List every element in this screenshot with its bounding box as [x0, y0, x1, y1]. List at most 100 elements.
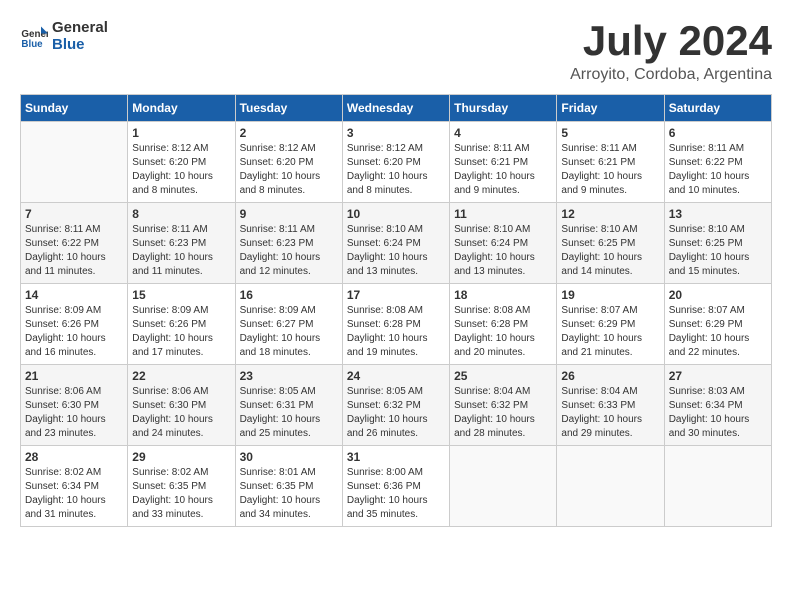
- day-cell: 24 Sunrise: 8:05 AM Sunset: 6:32 PM Dayli…: [342, 365, 449, 446]
- day-cell: [21, 122, 128, 203]
- day-cell: 25Sunrise: 8:04 AM Sunset: 6:32 PM Dayli…: [450, 365, 557, 446]
- week-row-4: 21 Sunrise: 8:06 AM Sunset: 6:30 PM Dayli…: [21, 365, 772, 446]
- day-cell: 16 Sunrise: 8:09 AM Sunset: 6:27 PM Dayli…: [235, 284, 342, 365]
- day-number: 4: [454, 126, 552, 140]
- header-wednesday: Wednesday: [342, 95, 449, 122]
- day-number: 19: [561, 288, 659, 302]
- day-cell: 2 Sunrise: 8:12 AM Sunset: 6:20 PM Daylig…: [235, 122, 342, 203]
- day-info: Sunrise: 8:08 AM Sunset: 6:28 PM Dayligh…: [347, 304, 445, 360]
- month-year-title: July 2024: [570, 20, 772, 62]
- day-info: Sunrise: 8:04 AM Sunset: 6:32 PM Dayligh…: [454, 385, 552, 441]
- day-info: Sunrise: 8:02 AM Sunset: 6:34 PM Dayligh…: [25, 466, 123, 522]
- day-cell: 8Sunrise: 8:11 AM Sunset: 6:23 PM Daylig…: [128, 203, 235, 284]
- day-info: Sunrise: 8:09 AM Sunset: 6:26 PM Dayligh…: [132, 304, 230, 360]
- day-info: Sunrise: 8:12 AM Sunset: 6:20 PM Dayligh…: [240, 142, 338, 198]
- day-number: 10: [347, 207, 445, 221]
- day-info: Sunrise: 8:11 AM Sunset: 6:23 PM Dayligh…: [240, 223, 338, 279]
- day-info: Sunrise: 8:11 AM Sunset: 6:23 PM Dayligh…: [132, 223, 230, 279]
- day-cell: 23 Sunrise: 8:05 AM Sunset: 6:31 PM Dayli…: [235, 365, 342, 446]
- day-number: 12: [561, 207, 659, 221]
- day-number: 16: [240, 288, 338, 302]
- day-cell: 4 Sunrise: 8:11 AM Sunset: 6:21 PM Daylig…: [450, 122, 557, 203]
- day-number: 17: [347, 288, 445, 302]
- day-info: Sunrise: 8:12 AM Sunset: 6:20 PM Dayligh…: [347, 142, 445, 198]
- day-cell: 12Sunrise: 8:10 AM Sunset: 6:25 PM Dayli…: [557, 203, 664, 284]
- calendar-header-row: SundayMondayTuesdayWednesdayThursdayFrid…: [21, 95, 772, 122]
- day-cell: 7 Sunrise: 8:11 AM Sunset: 6:22 PM Daylig…: [21, 203, 128, 284]
- day-number: 13: [669, 207, 767, 221]
- day-number: 7: [25, 207, 123, 221]
- day-info: Sunrise: 8:10 AM Sunset: 6:24 PM Dayligh…: [454, 223, 552, 279]
- day-info: Sunrise: 8:09 AM Sunset: 6:26 PM Dayligh…: [25, 304, 123, 360]
- day-number: 21: [25, 369, 123, 383]
- day-cell: [664, 446, 771, 527]
- day-number: 9: [240, 207, 338, 221]
- header-sunday: Sunday: [21, 95, 128, 122]
- day-number: 3: [347, 126, 445, 140]
- day-cell: 19 Sunrise: 8:07 AM Sunset: 6:29 PM Dayli…: [557, 284, 664, 365]
- day-cell: 6 Sunrise: 8:11 AM Sunset: 6:22 PM Daylig…: [664, 122, 771, 203]
- day-cell: 26Sunrise: 8:04 AM Sunset: 6:33 PM Dayli…: [557, 365, 664, 446]
- day-cell: 10 Sunrise: 8:10 AM Sunset: 6:24 PM Dayli…: [342, 203, 449, 284]
- day-number: 22: [132, 369, 230, 383]
- day-info: Sunrise: 8:05 AM Sunset: 6:31 PM Dayligh…: [240, 385, 338, 441]
- day-info: Sunrise: 8:11 AM Sunset: 6:22 PM Dayligh…: [669, 142, 767, 198]
- day-info: Sunrise: 8:11 AM Sunset: 6:21 PM Dayligh…: [561, 142, 659, 198]
- day-info: Sunrise: 8:11 AM Sunset: 6:21 PM Dayligh…: [454, 142, 552, 198]
- calendar-table: SundayMondayTuesdayWednesdayThursdayFrid…: [20, 94, 772, 527]
- day-number: 2: [240, 126, 338, 140]
- logo-icon: General Blue: [20, 23, 48, 51]
- day-info: Sunrise: 8:03 AM Sunset: 6:34 PM Dayligh…: [669, 385, 767, 441]
- day-cell: [450, 446, 557, 527]
- day-info: Sunrise: 8:10 AM Sunset: 6:25 PM Dayligh…: [669, 223, 767, 279]
- header-monday: Monday: [128, 95, 235, 122]
- day-info: Sunrise: 8:07 AM Sunset: 6:29 PM Dayligh…: [561, 304, 659, 360]
- day-cell: 18Sunrise: 8:08 AM Sunset: 6:28 PM Dayli…: [450, 284, 557, 365]
- header-saturday: Saturday: [664, 95, 771, 122]
- day-cell: 31Sunrise: 8:00 AM Sunset: 6:36 PM Dayli…: [342, 446, 449, 527]
- week-row-5: 28 Sunrise: 8:02 AM Sunset: 6:34 PM Dayli…: [21, 446, 772, 527]
- day-cell: 22Sunrise: 8:06 AM Sunset: 6:30 PM Dayli…: [128, 365, 235, 446]
- week-row-2: 7 Sunrise: 8:11 AM Sunset: 6:22 PM Daylig…: [21, 203, 772, 284]
- day-cell: 17 Sunrise: 8:08 AM Sunset: 6:28 PM Dayli…: [342, 284, 449, 365]
- day-info: Sunrise: 8:02 AM Sunset: 6:35 PM Dayligh…: [132, 466, 230, 522]
- header-thursday: Thursday: [450, 95, 557, 122]
- day-info: Sunrise: 8:05 AM Sunset: 6:32 PM Dayligh…: [347, 385, 445, 441]
- day-number: 6: [669, 126, 767, 140]
- week-row-3: 14 Sunrise: 8:09 AM Sunset: 6:26 PM Dayli…: [21, 284, 772, 365]
- day-info: Sunrise: 8:10 AM Sunset: 6:24 PM Dayligh…: [347, 223, 445, 279]
- title-area: July 2024 Arroyito, Cordoba, Argentina: [570, 20, 772, 84]
- page-header: General Blue General Blue July 2024 Arro…: [20, 20, 772, 84]
- location-subtitle: Arroyito, Cordoba, Argentina: [570, 66, 772, 84]
- day-cell: 29Sunrise: 8:02 AM Sunset: 6:35 PM Dayli…: [128, 446, 235, 527]
- day-cell: 14 Sunrise: 8:09 AM Sunset: 6:26 PM Dayli…: [21, 284, 128, 365]
- day-cell: 1 Sunrise: 8:12 AM Sunset: 6:20 PM Daylig…: [128, 122, 235, 203]
- day-number: 15: [132, 288, 230, 302]
- day-cell: 11Sunrise: 8:10 AM Sunset: 6:24 PM Dayli…: [450, 203, 557, 284]
- day-info: Sunrise: 8:11 AM Sunset: 6:22 PM Dayligh…: [25, 223, 123, 279]
- day-info: Sunrise: 8:09 AM Sunset: 6:27 PM Dayligh…: [240, 304, 338, 360]
- header-tuesday: Tuesday: [235, 95, 342, 122]
- day-cell: 15 Sunrise: 8:09 AM Sunset: 6:26 PM Dayli…: [128, 284, 235, 365]
- day-cell: 30 Sunrise: 8:01 AM Sunset: 6:35 PM Dayli…: [235, 446, 342, 527]
- logo: General Blue General Blue: [20, 20, 108, 53]
- day-info: Sunrise: 8:06 AM Sunset: 6:30 PM Dayligh…: [25, 385, 123, 441]
- day-number: 26: [561, 369, 659, 383]
- day-cell: 21 Sunrise: 8:06 AM Sunset: 6:30 PM Dayli…: [21, 365, 128, 446]
- day-cell: 13 Sunrise: 8:10 AM Sunset: 6:25 PM Dayli…: [664, 203, 771, 284]
- header-friday: Friday: [557, 95, 664, 122]
- logo-general: General: [52, 20, 108, 37]
- day-number: 23: [240, 369, 338, 383]
- day-number: 14: [25, 288, 123, 302]
- week-row-1: 1 Sunrise: 8:12 AM Sunset: 6:20 PM Daylig…: [21, 122, 772, 203]
- day-cell: 27Sunrise: 8:03 AM Sunset: 6:34 PM Dayli…: [664, 365, 771, 446]
- day-info: Sunrise: 8:08 AM Sunset: 6:28 PM Dayligh…: [454, 304, 552, 360]
- day-info: Sunrise: 8:01 AM Sunset: 6:35 PM Dayligh…: [240, 466, 338, 522]
- day-info: Sunrise: 8:12 AM Sunset: 6:20 PM Dayligh…: [132, 142, 230, 198]
- day-cell: 20Sunrise: 8:07 AM Sunset: 6:29 PM Dayli…: [664, 284, 771, 365]
- day-number: 1: [132, 126, 230, 140]
- day-number: 30: [240, 450, 338, 464]
- day-cell: 9 Sunrise: 8:11 AM Sunset: 6:23 PM Daylig…: [235, 203, 342, 284]
- day-number: 28: [25, 450, 123, 464]
- day-number: 24: [347, 369, 445, 383]
